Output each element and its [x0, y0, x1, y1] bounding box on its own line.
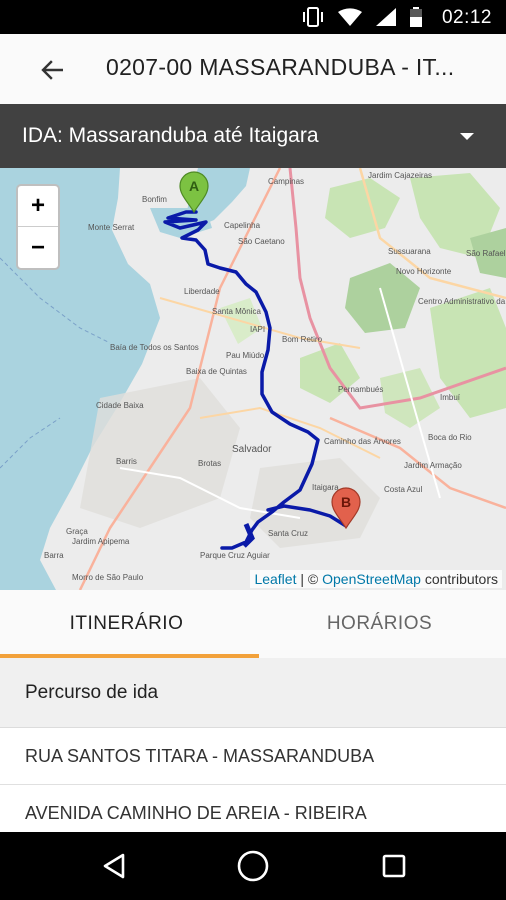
svg-text:Jardim Apipema: Jardim Apipema [72, 537, 130, 546]
svg-text:Monte Serrat: Monte Serrat [88, 223, 135, 232]
svg-text:Jardim Armação: Jardim Armação [404, 461, 462, 470]
osm-link[interactable]: OpenStreetMap [322, 571, 421, 587]
nav-home-button[interactable] [231, 844, 275, 888]
svg-text:IAPI: IAPI [250, 325, 265, 334]
svg-text:Baixa de Quintas: Baixa de Quintas [186, 367, 247, 376]
start-marker-label: A [189, 178, 199, 194]
svg-text:Brotas: Brotas [198, 459, 221, 468]
status-time: 02:12 [441, 7, 492, 28]
svg-text:Baía de Todos os Santos: Baía de Todos os Santos [110, 343, 199, 352]
system-nav-bar [0, 832, 506, 900]
signal-icon [376, 8, 396, 26]
direction-dropdown[interactable]: IDA: Massaranduba até Itaigara [0, 104, 506, 168]
zoom-control: + − [16, 184, 60, 270]
tab-itinerario[interactable]: ITINERÁRIO [0, 590, 253, 658]
svg-text:São Rafael: São Rafael [466, 249, 506, 258]
map-attribution: Leaflet | © OpenStreetMap contributors [250, 570, 502, 588]
svg-text:Campinas: Campinas [268, 177, 304, 186]
tab-bar: ITINERÁRIO HORÁRIOS [0, 590, 506, 658]
svg-text:Graça: Graça [66, 527, 88, 536]
list-item[interactable]: AVENIDA CAMINHO DE AREIA - RIBEIRA [0, 785, 506, 832]
nav-back-button[interactable] [92, 844, 136, 888]
nav-recents-button[interactable] [372, 844, 416, 888]
svg-text:Barris: Barris [116, 457, 137, 466]
svg-text:Sussuarana: Sussuarana [388, 247, 431, 256]
zoom-in-button[interactable]: + [18, 186, 58, 227]
svg-text:Bom Retiro: Bom Retiro [282, 335, 323, 344]
svg-text:Caminho das Árvores: Caminho das Árvores [324, 437, 401, 446]
leaflet-link[interactable]: Leaflet [254, 571, 296, 587]
status-icons [302, 7, 422, 27]
svg-text:Jardim Cajazeiras: Jardim Cajazeiras [368, 171, 432, 180]
triangle-back-icon [103, 853, 125, 879]
svg-text:Boca do Rio: Boca do Rio [428, 433, 472, 442]
direction-dropdown-value: IDA: Massaranduba até Itaigara [22, 124, 319, 147]
svg-text:Capelinha: Capelinha [224, 221, 261, 230]
battery-icon [410, 7, 422, 27]
svg-text:Liberdade: Liberdade [184, 287, 220, 296]
svg-text:Santa Cruz: Santa Cruz [268, 529, 308, 538]
map-tiles: Bonfim Monte Serrat Campinas Jardim Caja… [0, 168, 506, 590]
svg-text:São Caetano: São Caetano [238, 237, 285, 246]
app-bar: 0207-00 MASSARANDUBA - IT... [0, 34, 506, 104]
svg-text:Costa Azul: Costa Azul [384, 485, 422, 494]
attribution-contributors: contributors [420, 571, 498, 587]
svg-text:Cidade Baixa: Cidade Baixa [96, 401, 144, 410]
svg-text:Bonfim: Bonfim [142, 195, 167, 204]
end-marker-label: B [341, 494, 351, 510]
chevron-down-icon [460, 133, 474, 140]
zoom-out-button[interactable]: − [18, 227, 58, 268]
circle-home-icon [237, 850, 269, 882]
section-header: Percurso de ida [0, 658, 506, 728]
back-button[interactable] [34, 52, 70, 88]
svg-text:Novo Horizonte: Novo Horizonte [396, 267, 452, 276]
svg-text:Itaigara: Itaigara [312, 483, 339, 492]
svg-text:Pau Miúdo: Pau Miúdo [226, 351, 265, 360]
svg-text:Centro Administrativo da Bahia: Centro Administrativo da Bahia [418, 297, 506, 306]
itinerary-list: Percurso de ida RUA SANTOS TITARA - MASS… [0, 658, 506, 832]
vibrate-icon [303, 7, 323, 27]
route-map[interactable]: Bonfim Monte Serrat Campinas Jardim Caja… [0, 168, 506, 590]
svg-text:Barra: Barra [44, 551, 64, 560]
svg-text:Salvador: Salvador [232, 444, 272, 455]
status-bar: 02:12 [0, 0, 506, 34]
list-item[interactable]: RUA SANTOS TITARA - MASSARANDUBA [0, 728, 506, 785]
wifi-icon [338, 8, 362, 26]
svg-text:Imbuí: Imbuí [440, 393, 461, 402]
svg-text:Pernambués: Pernambués [338, 385, 383, 394]
svg-text:Parque Cruz Aguiar: Parque Cruz Aguiar [200, 551, 270, 560]
tab-horarios[interactable]: HORÁRIOS [253, 590, 506, 658]
svg-text:Santa Mônica: Santa Mônica [212, 307, 261, 316]
arrow-back-icon [41, 60, 63, 80]
square-recents-icon [382, 854, 406, 878]
svg-text:Morro de São Paulo: Morro de São Paulo [72, 573, 144, 582]
page-title: 0207-00 MASSARANDUBA - IT... [106, 54, 455, 80]
attribution-separator: | © [296, 571, 323, 587]
